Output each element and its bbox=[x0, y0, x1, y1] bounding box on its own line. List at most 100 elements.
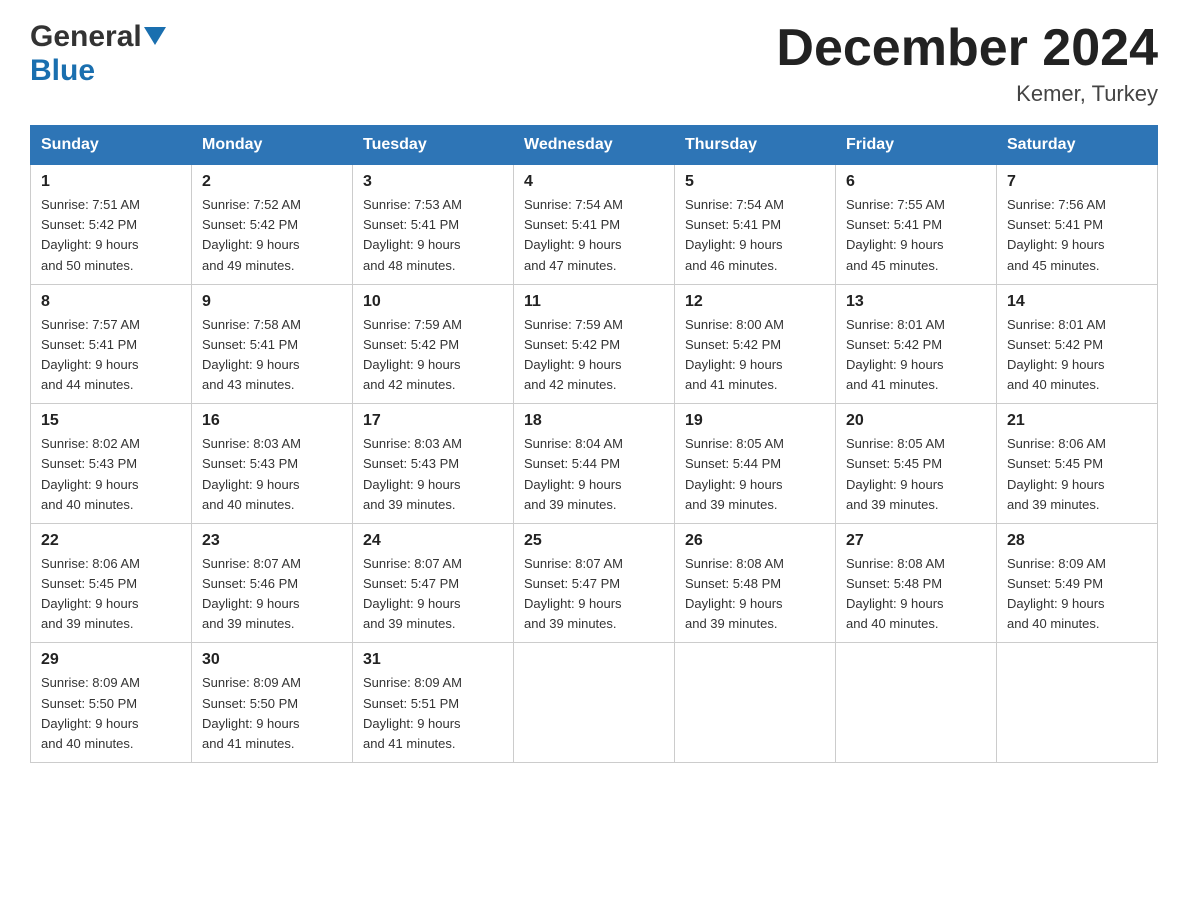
day-number: 24 bbox=[363, 532, 503, 550]
day-info: Sunrise: 7:53 AMSunset: 5:41 PMDaylight:… bbox=[363, 197, 462, 272]
day-info: Sunrise: 7:57 AMSunset: 5:41 PMDaylight:… bbox=[41, 317, 140, 392]
day-number: 30 bbox=[202, 651, 342, 669]
calendar-table: SundayMondayTuesdayWednesdayThursdayFrid… bbox=[30, 125, 1158, 763]
calendar-day-cell: 10 Sunrise: 7:59 AMSunset: 5:42 PMDaylig… bbox=[353, 284, 514, 404]
day-number: 5 bbox=[685, 173, 825, 191]
weekday-header-wednesday: Wednesday bbox=[514, 126, 675, 165]
calendar-day-cell: 27 Sunrise: 8:08 AMSunset: 5:48 PMDaylig… bbox=[836, 523, 997, 643]
day-number: 14 bbox=[1007, 293, 1147, 311]
calendar-week-row: 15 Sunrise: 8:02 AMSunset: 5:43 PMDaylig… bbox=[31, 404, 1158, 524]
day-number: 31 bbox=[363, 651, 503, 669]
calendar-day-cell: 12 Sunrise: 8:00 AMSunset: 5:42 PMDaylig… bbox=[675, 284, 836, 404]
calendar-day-cell: 31 Sunrise: 8:09 AMSunset: 5:51 PMDaylig… bbox=[353, 643, 514, 763]
page-subtitle: Kemer, Turkey bbox=[776, 81, 1158, 107]
logo: General Blue bbox=[30, 20, 166, 88]
weekday-header-sunday: Sunday bbox=[31, 126, 192, 165]
day-number: 6 bbox=[846, 173, 986, 191]
calendar-day-cell: 5 Sunrise: 7:54 AMSunset: 5:41 PMDayligh… bbox=[675, 165, 836, 285]
weekday-header-tuesday: Tuesday bbox=[353, 126, 514, 165]
calendar-day-cell: 4 Sunrise: 7:54 AMSunset: 5:41 PMDayligh… bbox=[514, 165, 675, 285]
day-info: Sunrise: 8:03 AMSunset: 5:43 PMDaylight:… bbox=[202, 436, 301, 511]
day-info: Sunrise: 8:08 AMSunset: 5:48 PMDaylight:… bbox=[685, 556, 784, 631]
weekday-header-monday: Monday bbox=[192, 126, 353, 165]
day-number: 13 bbox=[846, 293, 986, 311]
weekday-header-row: SundayMondayTuesdayWednesdayThursdayFrid… bbox=[31, 126, 1158, 165]
day-info: Sunrise: 7:51 AMSunset: 5:42 PMDaylight:… bbox=[41, 197, 140, 272]
day-info: Sunrise: 7:54 AMSunset: 5:41 PMDaylight:… bbox=[685, 197, 784, 272]
calendar-day-cell: 1 Sunrise: 7:51 AMSunset: 5:42 PMDayligh… bbox=[31, 165, 192, 285]
day-number: 11 bbox=[524, 293, 664, 311]
calendar-week-row: 8 Sunrise: 7:57 AMSunset: 5:41 PMDayligh… bbox=[31, 284, 1158, 404]
day-number: 17 bbox=[363, 412, 503, 430]
logo-blue-text: Blue bbox=[30, 54, 95, 87]
calendar-day-cell: 22 Sunrise: 8:06 AMSunset: 5:45 PMDaylig… bbox=[31, 523, 192, 643]
day-number: 15 bbox=[41, 412, 181, 430]
day-info: Sunrise: 7:55 AMSunset: 5:41 PMDaylight:… bbox=[846, 197, 945, 272]
day-info: Sunrise: 8:08 AMSunset: 5:48 PMDaylight:… bbox=[846, 556, 945, 631]
calendar-day-cell: 28 Sunrise: 8:09 AMSunset: 5:49 PMDaylig… bbox=[997, 523, 1158, 643]
logo-general-text: General bbox=[30, 20, 142, 54]
day-info: Sunrise: 8:09 AMSunset: 5:49 PMDaylight:… bbox=[1007, 556, 1106, 631]
day-info: Sunrise: 8:06 AMSunset: 5:45 PMDaylight:… bbox=[41, 556, 140, 631]
calendar-day-cell: 17 Sunrise: 8:03 AMSunset: 5:43 PMDaylig… bbox=[353, 404, 514, 524]
day-info: Sunrise: 7:52 AMSunset: 5:42 PMDaylight:… bbox=[202, 197, 301, 272]
calendar-day-cell: 30 Sunrise: 8:09 AMSunset: 5:50 PMDaylig… bbox=[192, 643, 353, 763]
calendar-day-cell: 8 Sunrise: 7:57 AMSunset: 5:41 PMDayligh… bbox=[31, 284, 192, 404]
calendar-day-cell: 18 Sunrise: 8:04 AMSunset: 5:44 PMDaylig… bbox=[514, 404, 675, 524]
calendar-day-cell: 24 Sunrise: 8:07 AMSunset: 5:47 PMDaylig… bbox=[353, 523, 514, 643]
day-number: 20 bbox=[846, 412, 986, 430]
day-info: Sunrise: 7:54 AMSunset: 5:41 PMDaylight:… bbox=[524, 197, 623, 272]
day-info: Sunrise: 8:05 AMSunset: 5:45 PMDaylight:… bbox=[846, 436, 945, 511]
day-number: 27 bbox=[846, 532, 986, 550]
day-info: Sunrise: 7:59 AMSunset: 5:42 PMDaylight:… bbox=[524, 317, 623, 392]
calendar-day-cell: 16 Sunrise: 8:03 AMSunset: 5:43 PMDaylig… bbox=[192, 404, 353, 524]
day-number: 25 bbox=[524, 532, 664, 550]
calendar-day-cell: 23 Sunrise: 8:07 AMSunset: 5:46 PMDaylig… bbox=[192, 523, 353, 643]
calendar-day-cell: 26 Sunrise: 8:08 AMSunset: 5:48 PMDaylig… bbox=[675, 523, 836, 643]
day-number: 22 bbox=[41, 532, 181, 550]
day-number: 16 bbox=[202, 412, 342, 430]
empty-cell bbox=[836, 643, 997, 763]
calendar-week-row: 22 Sunrise: 8:06 AMSunset: 5:45 PMDaylig… bbox=[31, 523, 1158, 643]
weekday-header-thursday: Thursday bbox=[675, 126, 836, 165]
day-number: 19 bbox=[685, 412, 825, 430]
weekday-header-saturday: Saturday bbox=[997, 126, 1158, 165]
calendar-day-cell: 25 Sunrise: 8:07 AMSunset: 5:47 PMDaylig… bbox=[514, 523, 675, 643]
day-info: Sunrise: 8:07 AMSunset: 5:47 PMDaylight:… bbox=[524, 556, 623, 631]
calendar-day-cell: 29 Sunrise: 8:09 AMSunset: 5:50 PMDaylig… bbox=[31, 643, 192, 763]
calendar-week-row: 29 Sunrise: 8:09 AMSunset: 5:50 PMDaylig… bbox=[31, 643, 1158, 763]
title-section: December 2024 Kemer, Turkey bbox=[776, 20, 1158, 107]
calendar-day-cell: 21 Sunrise: 8:06 AMSunset: 5:45 PMDaylig… bbox=[997, 404, 1158, 524]
day-info: Sunrise: 7:59 AMSunset: 5:42 PMDaylight:… bbox=[363, 317, 462, 392]
day-number: 18 bbox=[524, 412, 664, 430]
day-number: 7 bbox=[1007, 173, 1147, 191]
empty-cell bbox=[675, 643, 836, 763]
day-info: Sunrise: 8:09 AMSunset: 5:50 PMDaylight:… bbox=[202, 675, 301, 750]
day-number: 2 bbox=[202, 173, 342, 191]
day-number: 29 bbox=[41, 651, 181, 669]
day-number: 23 bbox=[202, 532, 342, 550]
day-info: Sunrise: 8:03 AMSunset: 5:43 PMDaylight:… bbox=[363, 436, 462, 511]
day-info: Sunrise: 8:05 AMSunset: 5:44 PMDaylight:… bbox=[685, 436, 784, 511]
day-number: 3 bbox=[363, 173, 503, 191]
day-info: Sunrise: 8:07 AMSunset: 5:46 PMDaylight:… bbox=[202, 556, 301, 631]
calendar-day-cell: 3 Sunrise: 7:53 AMSunset: 5:41 PMDayligh… bbox=[353, 165, 514, 285]
page-title: December 2024 bbox=[776, 20, 1158, 77]
day-number: 28 bbox=[1007, 532, 1147, 550]
calendar-day-cell: 6 Sunrise: 7:55 AMSunset: 5:41 PMDayligh… bbox=[836, 165, 997, 285]
day-info: Sunrise: 8:00 AMSunset: 5:42 PMDaylight:… bbox=[685, 317, 784, 392]
day-number: 4 bbox=[524, 173, 664, 191]
day-info: Sunrise: 8:06 AMSunset: 5:45 PMDaylight:… bbox=[1007, 436, 1106, 511]
day-number: 10 bbox=[363, 293, 503, 311]
day-info: Sunrise: 8:01 AMSunset: 5:42 PMDaylight:… bbox=[846, 317, 945, 392]
weekday-header-friday: Friday bbox=[836, 126, 997, 165]
calendar-day-cell: 7 Sunrise: 7:56 AMSunset: 5:41 PMDayligh… bbox=[997, 165, 1158, 285]
calendar-day-cell: 15 Sunrise: 8:02 AMSunset: 5:43 PMDaylig… bbox=[31, 404, 192, 524]
calendar-week-row: 1 Sunrise: 7:51 AMSunset: 5:42 PMDayligh… bbox=[31, 165, 1158, 285]
day-number: 1 bbox=[41, 173, 181, 191]
page-header: General Blue December 2024 Kemer, Turkey bbox=[30, 20, 1158, 107]
day-number: 9 bbox=[202, 293, 342, 311]
day-info: Sunrise: 7:58 AMSunset: 5:41 PMDaylight:… bbox=[202, 317, 301, 392]
calendar-day-cell: 2 Sunrise: 7:52 AMSunset: 5:42 PMDayligh… bbox=[192, 165, 353, 285]
calendar-day-cell: 11 Sunrise: 7:59 AMSunset: 5:42 PMDaylig… bbox=[514, 284, 675, 404]
